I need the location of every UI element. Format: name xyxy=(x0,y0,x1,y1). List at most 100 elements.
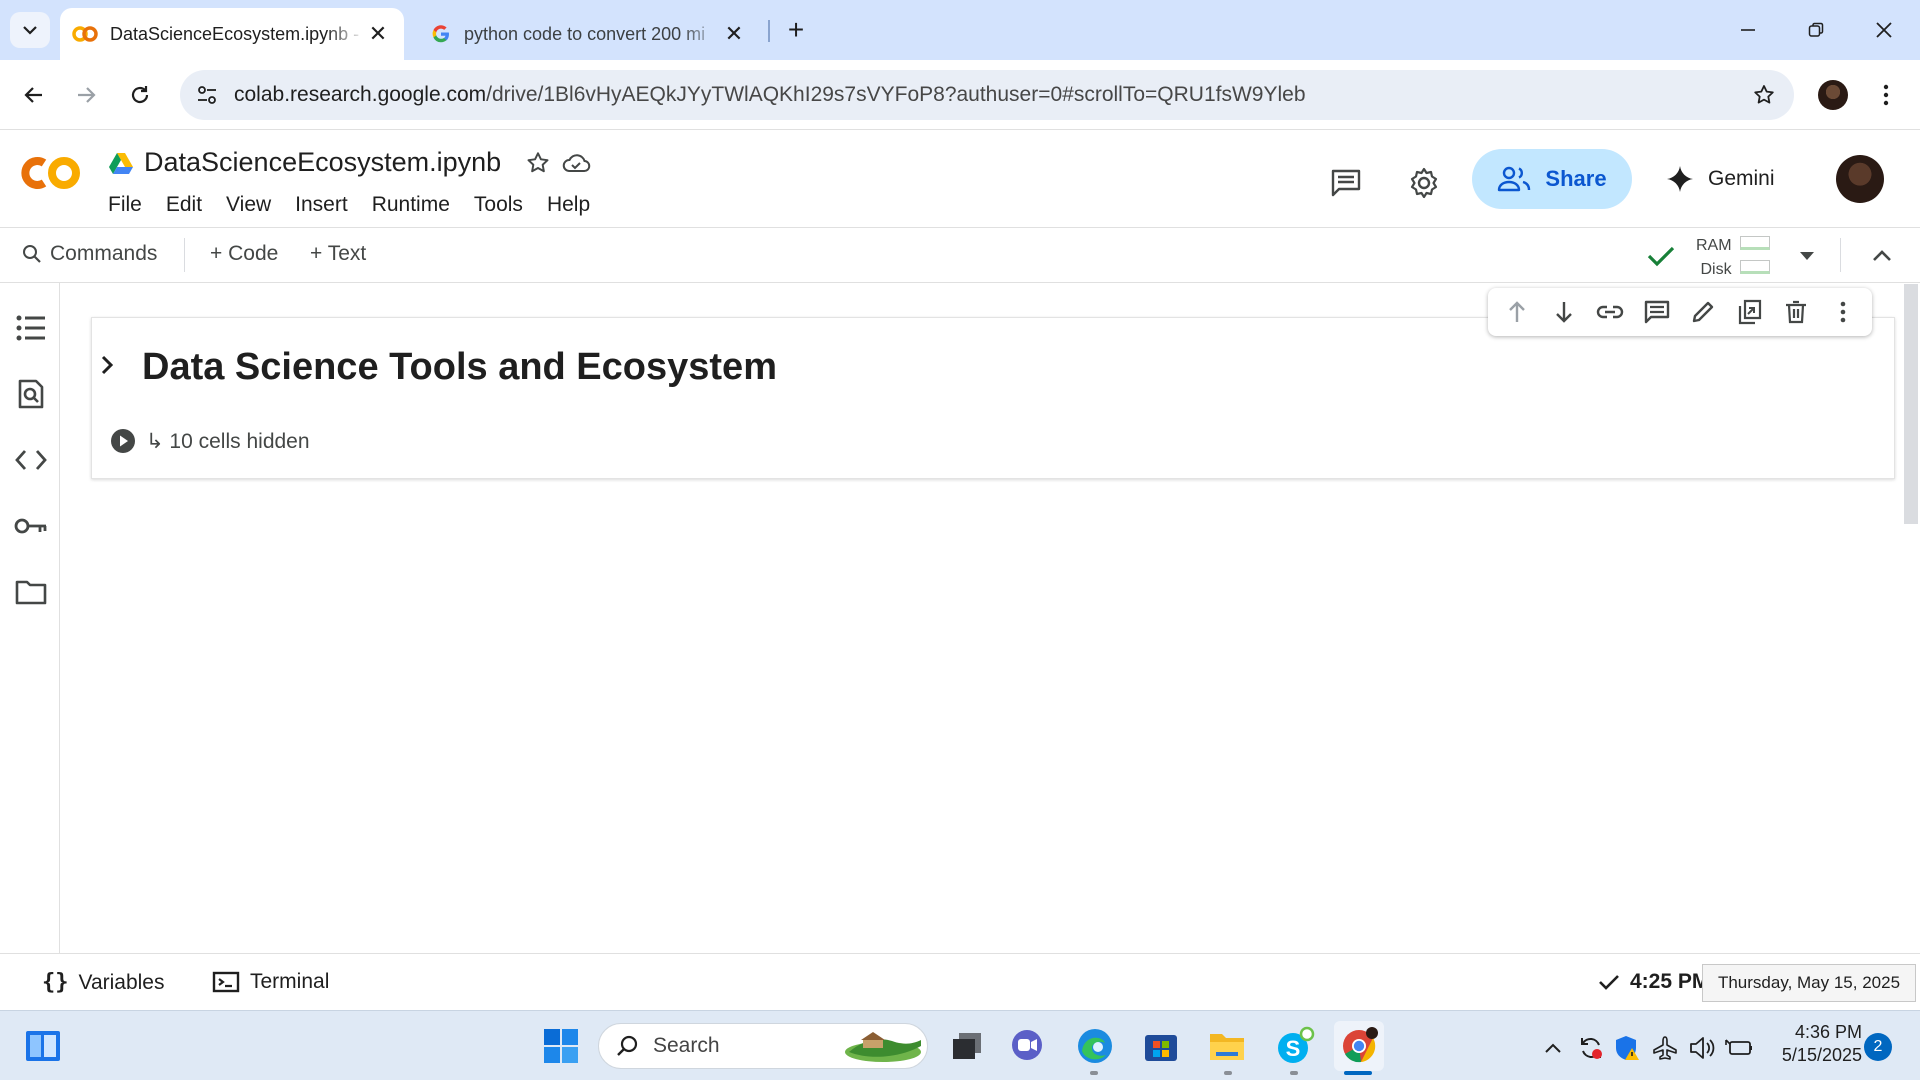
browser-profile-avatar[interactable] xyxy=(1818,80,1848,110)
variables-button[interactable]: {} Variables xyxy=(42,970,165,995)
copy-link-button[interactable] xyxy=(1593,295,1627,329)
menu-edit[interactable]: Edit xyxy=(166,193,202,217)
chevron-down-icon xyxy=(23,26,37,35)
taskbar-search[interactable]: Search xyxy=(598,1023,928,1069)
folder-icon xyxy=(1210,1034,1244,1060)
airplane-mode-tray-icon[interactable] xyxy=(1650,1033,1680,1063)
move-cell-down-button[interactable] xyxy=(1547,295,1581,329)
tab-search-button[interactable] xyxy=(10,12,50,48)
text-cell[interactable]: Data Science Tools and Ecosystem ↳ 10 ce… xyxy=(91,317,1895,479)
battery-tray-icon[interactable] xyxy=(1724,1033,1754,1063)
resource-indicator[interactable]: RAM Disk xyxy=(1696,234,1732,282)
skype-app[interactable]: S xyxy=(1270,1021,1320,1071)
restore-button[interactable] xyxy=(1782,0,1850,60)
scrollbar-thumb[interactable] xyxy=(1904,284,1918,524)
reload-button[interactable] xyxy=(120,75,160,115)
add-comment-button[interactable] xyxy=(1640,295,1674,329)
account-avatar[interactable] xyxy=(1836,155,1884,203)
sync-icon xyxy=(1581,1038,1602,1059)
close-icon xyxy=(1876,22,1892,38)
gemini-button[interactable]: Gemini xyxy=(1666,157,1775,201)
share-button[interactable]: Share xyxy=(1472,149,1632,209)
tab-google-search[interactable]: python code to convert 200 mi ✕ xyxy=(418,8,760,60)
files-button[interactable] xyxy=(10,571,52,613)
close-window-button[interactable] xyxy=(1850,0,1918,60)
caret-down-icon[interactable] xyxy=(1798,250,1816,262)
sync-tray-icon[interactable] xyxy=(1576,1033,1606,1063)
running-indicator xyxy=(1090,1071,1098,1075)
search-icon xyxy=(23,245,41,263)
edge-app[interactable] xyxy=(1070,1021,1120,1071)
add-text-button[interactable]: + Text xyxy=(310,242,366,266)
url-host: colab.research.google.com xyxy=(234,83,487,106)
toolbar-divider xyxy=(184,238,185,272)
taskbar-clock[interactable]: 4:36 PM 5/15/2025 xyxy=(1770,1021,1862,1067)
chrome-icon xyxy=(1343,1027,1378,1063)
close-tab-icon[interactable]: ✕ xyxy=(720,20,748,48)
more-cell-actions-button[interactable] xyxy=(1826,295,1860,329)
comments-button[interactable] xyxy=(1324,161,1368,205)
mirror-cell-button[interactable] xyxy=(1733,295,1767,329)
google-drive-icon[interactable] xyxy=(108,152,134,174)
tab-colab-notebook[interactable]: DataScienceEcosystem.ipynb - C ✕ xyxy=(60,8,404,60)
menu-insert[interactable]: Insert xyxy=(295,193,348,217)
teams-app[interactable] xyxy=(1002,1021,1052,1071)
gear-icon xyxy=(1410,167,1438,199)
notebook-title-row: DataScienceEcosystem.ipynb xyxy=(108,147,591,178)
hidden-cells-row[interactable]: ↳ 10 cells hidden xyxy=(110,428,310,454)
execution-status[interactable]: 4:25 PM xyxy=(1598,970,1709,994)
show-hidden-icons-button[interactable] xyxy=(1538,1033,1568,1063)
back-button[interactable] xyxy=(14,75,54,115)
bookmark-star-icon[interactable] xyxy=(1752,83,1776,107)
key-icon xyxy=(14,518,47,534)
menu-tools[interactable]: Tools xyxy=(474,193,523,217)
chevron-right-icon[interactable] xyxy=(98,354,116,376)
forward-button[interactable] xyxy=(66,75,106,115)
play-circle-icon[interactable] xyxy=(110,428,136,454)
security-tray-icon[interactable] xyxy=(1612,1033,1642,1063)
colab-status-bar: {} Variables Terminal 4:25 PM xyxy=(0,953,1920,1010)
start-button[interactable] xyxy=(536,1021,586,1071)
widgets-icon xyxy=(26,1031,60,1061)
settings-button[interactable] xyxy=(1402,161,1446,205)
address-bar[interactable]: colab.research.google.com/drive/1Bl6vHyA… xyxy=(180,70,1794,120)
chevron-up-icon[interactable] xyxy=(1872,248,1892,262)
close-tab-icon[interactable]: ✕ xyxy=(364,20,392,48)
new-tab-button[interactable]: + xyxy=(780,14,812,46)
notebook-name[interactable]: DataScienceEcosystem.ipynb xyxy=(144,147,501,178)
file-explorer-app[interactable] xyxy=(1202,1021,1252,1071)
microsoft-store-app[interactable] xyxy=(1136,1021,1186,1071)
task-view-button[interactable] xyxy=(942,1021,992,1071)
edge-browser-icon xyxy=(1078,1029,1112,1063)
colab-logo[interactable] xyxy=(20,153,84,193)
browser-tab-strip: DataScienceEcosystem.ipynb - C ✕ python … xyxy=(0,0,1920,60)
terminal-icon xyxy=(212,971,240,993)
star-icon[interactable] xyxy=(525,150,551,176)
minimize-button[interactable] xyxy=(1714,0,1782,60)
notification-badge[interactable]: 2 xyxy=(1864,1033,1892,1061)
clock-time: 4:36 PM xyxy=(1794,1022,1862,1042)
cloud-saved-icon[interactable] xyxy=(561,151,591,175)
widgets-button[interactable] xyxy=(18,1021,68,1071)
add-code-button[interactable]: + Code xyxy=(210,242,278,266)
chrome-app[interactable] xyxy=(1334,1021,1384,1071)
menu-view[interactable]: View xyxy=(226,193,271,217)
move-cell-up-button[interactable] xyxy=(1500,295,1534,329)
menu-runtime[interactable]: Runtime xyxy=(372,193,450,217)
commands-button[interactable]: Commands xyxy=(22,242,157,266)
table-of-contents-button[interactable] xyxy=(10,307,52,349)
edit-cell-button[interactable] xyxy=(1686,295,1720,329)
delete-cell-button[interactable] xyxy=(1779,295,1813,329)
connected-check-icon[interactable] xyxy=(1646,244,1676,268)
tab-title: DataScienceEcosystem.ipynb - C xyxy=(110,23,364,44)
browser-menu-button[interactable] xyxy=(1866,75,1906,115)
site-settings-icon[interactable] xyxy=(196,84,218,106)
terminal-button[interactable]: Terminal xyxy=(212,970,329,994)
code-snippets-button[interactable] xyxy=(10,439,52,481)
url-path: /drive/1Bl6vHyAEQkJYyTWlAQKhI29s7sVYFoP8… xyxy=(486,83,1306,106)
menu-file[interactable]: File xyxy=(108,193,142,217)
find-replace-button[interactable] xyxy=(10,373,52,415)
volume-tray-icon[interactable] xyxy=(1688,1033,1718,1063)
menu-help[interactable]: Help xyxy=(547,193,590,217)
secrets-button[interactable] xyxy=(10,505,52,547)
